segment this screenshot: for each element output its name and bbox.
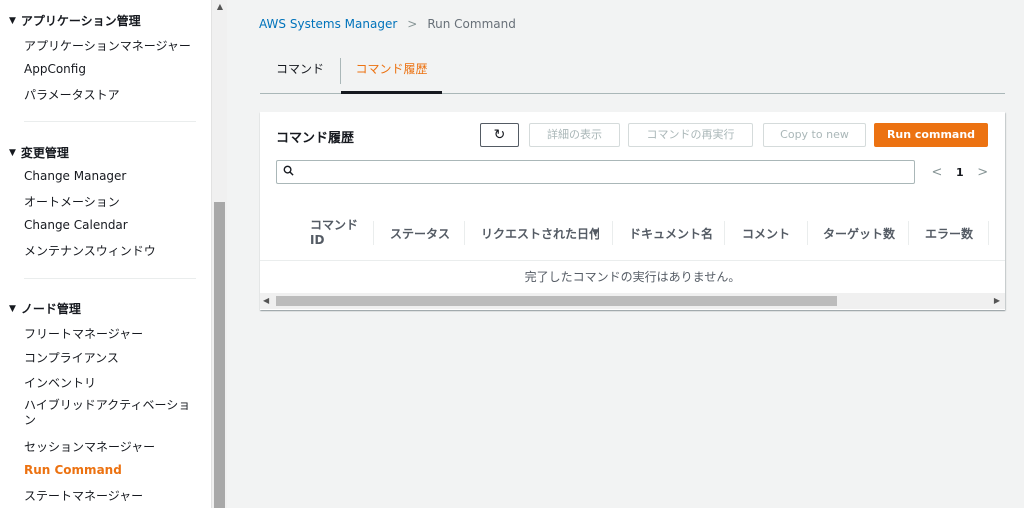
sidebar-item-hybrid-activations[interactable]: ハイブリッドアクティベーション	[24, 398, 192, 428]
refresh-icon: ↻	[493, 127, 506, 143]
column-divider	[988, 221, 989, 245]
sort-descending-icon[interactable]: ▼	[592, 205, 599, 261]
panel-title: コマンド履歴	[276, 131, 355, 146]
column-divider	[724, 221, 725, 245]
column-divider	[464, 221, 465, 245]
column-header-document-name[interactable]: ドキュメント名	[629, 205, 713, 261]
section-node-management[interactable]: ▼ ノード管理	[9, 300, 81, 317]
run-command-button[interactable]: Run command	[874, 123, 988, 147]
caret-down-icon: ▼	[9, 147, 16, 158]
sidebar-item-state-manager[interactable]: ステートマネージャー	[24, 487, 143, 504]
column-header-status[interactable]: ステータス	[390, 205, 450, 261]
search-box[interactable]	[276, 160, 915, 184]
search-input[interactable]	[301, 163, 901, 181]
tab-bar: コマンド コマンド履歴	[260, 54, 1005, 94]
sidebar-divider	[24, 121, 196, 122]
column-header-label: コマンド	[310, 218, 359, 232]
chevron-right-icon[interactable]: >	[976, 165, 990, 180]
sidebar-item-automation[interactable]: オートメーション	[24, 193, 120, 210]
page-number[interactable]: 1	[956, 166, 964, 179]
column-divider	[373, 221, 374, 245]
scroll-up-arrow-icon[interactable]: ▲	[212, 0, 228, 14]
sidebar-item-application-manager[interactable]: アプリケーションマネージャー	[24, 37, 191, 54]
empty-state-message: 完了したコマンドの実行はありません。	[524, 270, 741, 284]
copy-to-new-button[interactable]: Copy to new	[763, 123, 866, 147]
column-header-error-count[interactable]: エラー数	[925, 205, 973, 261]
sidebar-scrollbar-thumb[interactable]	[214, 202, 225, 508]
chevron-right-icon: >	[407, 17, 418, 31]
horizontal-scrollbar-thumb[interactable]	[276, 296, 837, 306]
section-title: ノード管理	[20, 302, 81, 316]
sidebar-item-change-calendar[interactable]: Change Calendar	[24, 218, 128, 232]
column-header-command-id[interactable]: コマンド ID	[310, 205, 370, 261]
sidebar-item-appconfig[interactable]: AppConfig	[24, 62, 86, 76]
sidebar-item-maintenance-windows[interactable]: メンテナンスウィンドウ	[24, 242, 156, 259]
caret-down-icon: ▼	[9, 303, 16, 314]
section-title: アプリケーション管理	[20, 14, 141, 28]
search-icon	[283, 165, 294, 176]
column-divider	[908, 221, 909, 245]
sidebar-item-change-manager[interactable]: Change Manager	[24, 169, 126, 183]
chevron-left-icon[interactable]: <	[930, 165, 944, 180]
pagination: < 1 >	[930, 160, 990, 184]
sidebar-item-compliance[interactable]: コンプライアンス	[24, 349, 119, 366]
sidebar-item-fleet-manager[interactable]: フリートマネージャー	[24, 325, 143, 342]
scroll-right-arrow-icon[interactable]: ▶	[994, 293, 1000, 309]
sidebar-item-run-command[interactable]: Run Command	[24, 463, 122, 477]
column-header-label: リクエストされた日付	[481, 226, 599, 241]
column-divider	[807, 221, 808, 245]
breadcrumb: AWS Systems Manager > Run Command	[259, 17, 516, 31]
rerun-command-button[interactable]: コマンドの再実行	[628, 123, 753, 147]
tab-command-history[interactable]: コマンド履歴	[341, 54, 442, 94]
section-change-management[interactable]: ▼ 変更管理	[9, 144, 69, 161]
section-application-management[interactable]: ▼ アプリケーション管理	[9, 12, 141, 29]
table-horizontal-scrollbar[interactable]: ◀ ▶	[260, 293, 1005, 309]
tab-commands[interactable]: コマンド	[260, 54, 340, 94]
section-title: 変更管理	[20, 146, 69, 160]
column-divider	[612, 221, 613, 245]
sidebar-divider	[24, 278, 196, 279]
column-header-requested-date[interactable]: リクエストされた日付	[481, 205, 599, 261]
sidebar-item-inventory[interactable]: インベントリ	[24, 374, 96, 391]
sidebar-item-session-manager[interactable]: セッションマネージャー	[24, 438, 155, 455]
column-header-target-count[interactable]: ターゲット数	[823, 205, 895, 261]
sidebar-scrollbar[interactable]: ▲	[211, 0, 227, 508]
breadcrumb-link-systems-manager[interactable]: AWS Systems Manager	[259, 17, 397, 31]
table-header: コマンド ID ステータス リクエストされた日付 ▼ ドキュメント名 コメント …	[260, 205, 1005, 261]
sidebar-item-parameter-store[interactable]: パラメータストア	[24, 86, 120, 103]
column-header-label: ID	[310, 233, 325, 247]
caret-down-icon: ▼	[9, 15, 16, 26]
command-history-panel: コマンド履歴 ↻ 詳細の表示 コマンドの再実行 Copy to new Run …	[260, 112, 1005, 310]
breadcrumb-current: Run Command	[427, 17, 516, 31]
scroll-left-arrow-icon[interactable]: ◀	[263, 293, 269, 309]
sidebar: ▼ アプリケーション管理 アプリケーションマネージャー AppConfig パラ…	[0, 0, 211, 508]
refresh-button[interactable]: ↻	[480, 123, 519, 147]
view-details-button[interactable]: 詳細の表示	[529, 123, 620, 147]
column-header-comment[interactable]: コメント	[742, 205, 790, 261]
